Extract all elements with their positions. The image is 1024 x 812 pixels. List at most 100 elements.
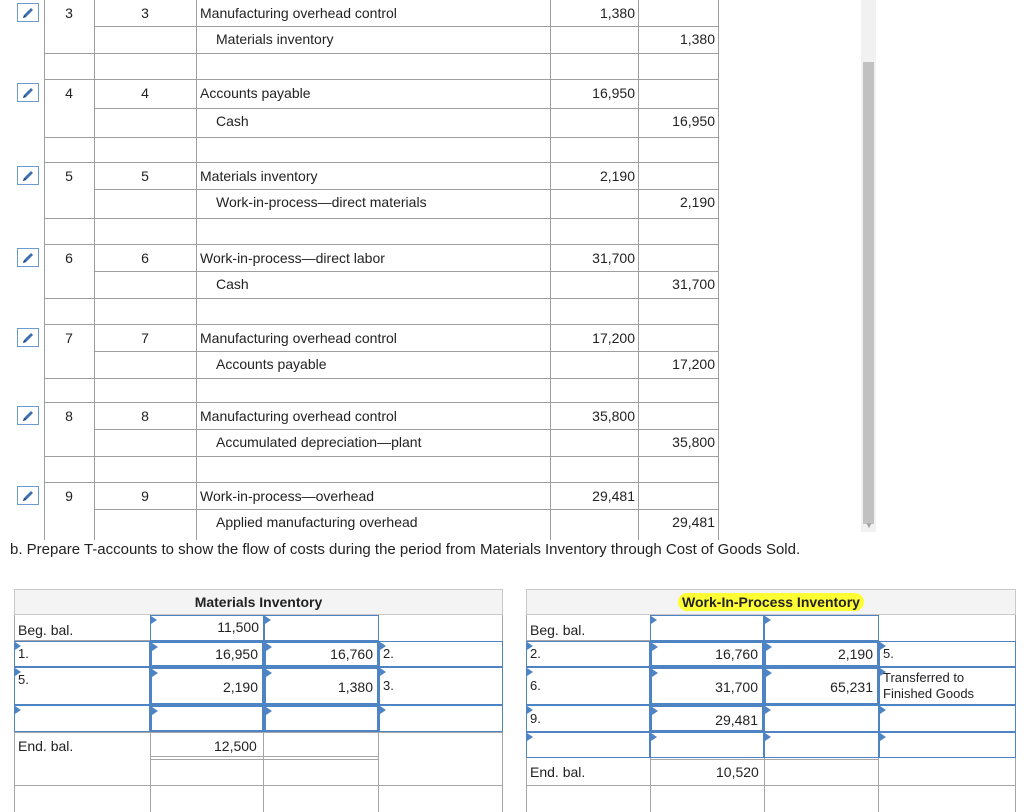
- edit-entry-button[interactable]: [17, 3, 39, 22]
- debit-account: Manufacturing overhead control: [200, 5, 397, 21]
- credit-ref-input-2[interactable]: Transferred to Finished Goods: [879, 667, 1016, 705]
- ref-input-2[interactable]: 6.: [526, 667, 650, 705]
- edit-entry-button[interactable]: [17, 248, 39, 267]
- edit-cell: [14, 245, 44, 271]
- edit-entry-button[interactable]: [17, 166, 39, 185]
- debit-input-3[interactable]: [150, 705, 264, 732]
- entry-number-a: 7: [65, 330, 73, 346]
- vertical-scrollbar[interactable]: ▼: [861, 0, 876, 532]
- credit-account: Materials inventory: [216, 31, 334, 47]
- debit-input-3[interactable]: 29,481: [650, 705, 764, 732]
- debit-account: Manufacturing overhead control: [200, 408, 397, 424]
- entry-number-a: 3: [65, 5, 73, 21]
- debit-input-4[interactable]: [650, 732, 764, 758]
- debit-amount: 35,800: [592, 408, 635, 424]
- scrollbar-thumb[interactable]: [863, 62, 874, 524]
- credit-amount: 35,800: [672, 434, 715, 450]
- credit-account: Accumulated depreciation—plant: [216, 434, 422, 450]
- edit-cell: [14, 325, 44, 351]
- beg-bal-credit-input[interactable]: [764, 615, 879, 641]
- debit-amount: 16,950: [592, 85, 635, 101]
- title-highlight: Work-In-Process Inventory: [678, 593, 864, 611]
- scroll-down-icon[interactable]: ▼: [865, 522, 873, 530]
- edit-cell: [14, 80, 44, 108]
- debit-account: Accounts payable: [200, 85, 311, 101]
- debit-amount: 1,380: [599, 5, 635, 21]
- debit-input-2[interactable]: 31,700: [650, 667, 764, 705]
- credit-input-1[interactable]: 16,760: [264, 641, 379, 667]
- edit-entry-button[interactable]: [17, 328, 39, 347]
- beg-bal-debit-input[interactable]: 11,500: [150, 615, 264, 641]
- entry-number-a: 8: [65, 408, 73, 424]
- debit-account: Work-in-process—overhead: [200, 488, 375, 504]
- credit-account: Work-in-process—direct materials: [216, 194, 427, 210]
- edit-cell: [14, 483, 44, 509]
- credit-input-3[interactable]: [264, 705, 379, 732]
- end-bal-label: End. bal.: [18, 738, 74, 754]
- credit-amount: 31,700: [672, 276, 715, 292]
- credit-input-2[interactable]: 1,380: [264, 667, 379, 705]
- end-bal-label: End. bal.: [530, 764, 586, 780]
- edit-cell: [14, 403, 44, 429]
- journal-entry: 8 8 Manufacturing overhead control 35,800 Ac…: [0, 402, 720, 455]
- debit-amount: 31,700: [592, 250, 635, 266]
- journal-entry: 7 7 Manufacturing overhead control 17,200 Ac…: [0, 324, 720, 377]
- pencil-icon: [23, 8, 33, 18]
- t-account-materials-inventory: Materials Inventory Beg. bal. 11,500 1. …: [14, 589, 503, 812]
- credit-ref-input-2[interactable]: 3.: [379, 667, 503, 705]
- entry-number-b: 3: [141, 5, 149, 21]
- end-bal-value: 10,520: [716, 764, 759, 780]
- credit-amount: 17,200: [672, 356, 715, 372]
- ref-input-3[interactable]: [14, 705, 150, 732]
- ref-input-2[interactable]: 5.: [14, 667, 150, 705]
- debit-input-2[interactable]: 2,190: [150, 667, 264, 705]
- entry-number-a: 5: [65, 168, 73, 184]
- beg-bal-credit-input[interactable]: [264, 615, 379, 641]
- ref-input-1[interactable]: 1.: [14, 641, 150, 667]
- entry-number-b: 6: [141, 250, 149, 266]
- edit-entry-button[interactable]: [17, 83, 39, 102]
- entry-number-a: 9: [65, 488, 73, 504]
- debit-input-1[interactable]: 16,950: [150, 641, 264, 667]
- edit-entry-button[interactable]: [17, 406, 39, 425]
- ref-input-4[interactable]: [526, 732, 650, 758]
- ref-input-1[interactable]: 2.: [526, 641, 650, 667]
- credit-amount: 29,481: [672, 514, 715, 530]
- debit-account: Work-in-process—direct labor: [200, 250, 385, 266]
- t-account-wip-inventory: Work-In-Process Inventory Beg. bal. 2. 1…: [526, 589, 1016, 812]
- debit-amount: 2,190: [599, 168, 635, 184]
- journal-entry: 6 6 Work-in-process—direct labor 31,700 Cash…: [0, 244, 720, 297]
- credit-input-2[interactable]: 65,231: [764, 667, 879, 705]
- credit-input-3[interactable]: [764, 705, 879, 732]
- entry-number-b: 9: [141, 488, 149, 504]
- debit-amount: 29,481: [592, 488, 635, 504]
- debit-account: Manufacturing overhead control: [200, 330, 397, 346]
- credit-ref-input-3[interactable]: [879, 705, 1016, 732]
- credit-input-1[interactable]: 2,190: [764, 641, 879, 667]
- credit-input-4[interactable]: [764, 732, 879, 758]
- credit-amount: 1,380: [679, 31, 715, 47]
- entry-number-b: 7: [141, 330, 149, 346]
- credit-ref-input-1[interactable]: 2.: [379, 641, 503, 667]
- credit-ref-input-4[interactable]: [879, 732, 1016, 758]
- ref-input-3[interactable]: 9.: [526, 705, 650, 732]
- debit-input-1[interactable]: 16,760: [650, 641, 764, 667]
- debit-account: Materials inventory: [200, 168, 318, 184]
- entry-number-b: 5: [141, 168, 149, 184]
- debit-amount: 17,200: [592, 330, 635, 346]
- credit-ref-input-3[interactable]: [379, 705, 503, 732]
- edit-entry-button[interactable]: [17, 486, 39, 505]
- credit-account: Cash: [216, 113, 249, 129]
- instruction-text: b. Prepare T-accounts to show the flow o…: [10, 541, 801, 558]
- pencil-icon: [23, 411, 33, 421]
- pencil-icon: [23, 333, 33, 343]
- pencil-icon: [23, 491, 33, 501]
- beg-bal-debit-input[interactable]: [650, 615, 764, 641]
- credit-ref-input-1[interactable]: 5.: [879, 641, 1016, 667]
- edit-cell: [14, 163, 44, 189]
- credit-account: Applied manufacturing overhead: [216, 514, 418, 530]
- credit-amount: 16,950: [672, 113, 715, 129]
- beg-bal-label: Beg. bal.: [530, 622, 586, 638]
- entry-number-a: 6: [65, 250, 73, 266]
- journal-entry: 4 4 Accounts payable 16,950 Cash 16,950: [0, 79, 720, 136]
